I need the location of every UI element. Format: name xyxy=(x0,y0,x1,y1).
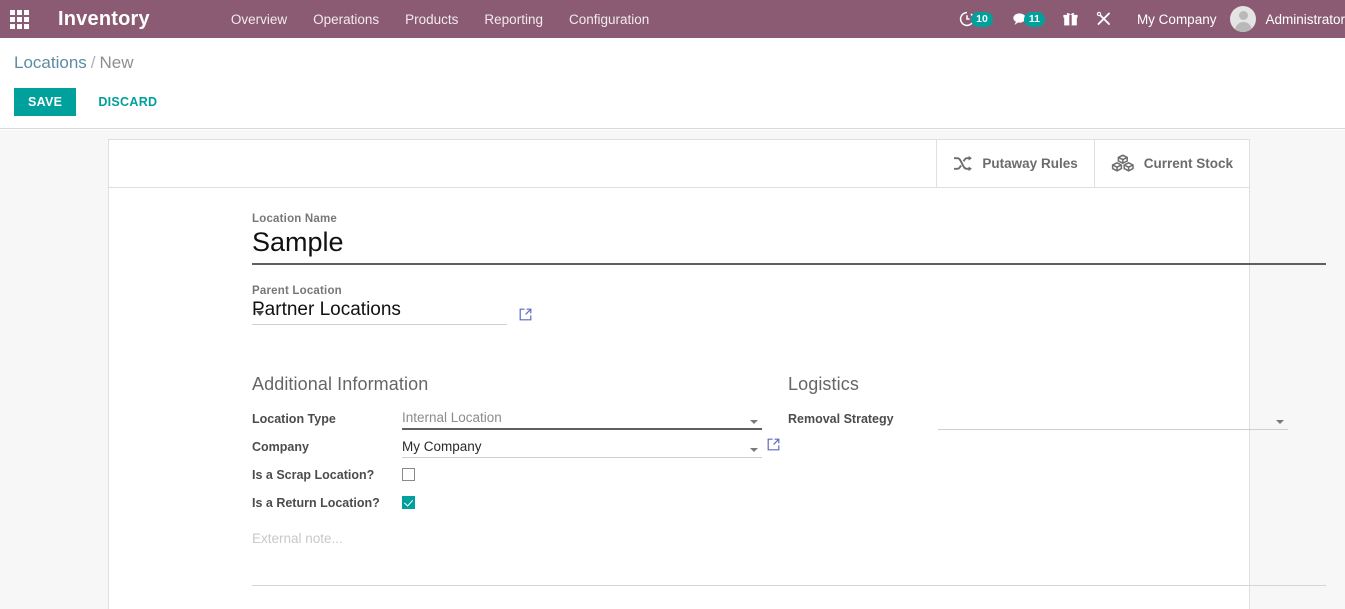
messages-count-badge: 11 xyxy=(1023,11,1045,27)
discard-button[interactable]: DISCARD xyxy=(92,88,163,116)
user-name-label: Administrator xyxy=(1265,11,1345,27)
apps-grid-icon xyxy=(9,9,29,29)
messages-menu-button[interactable]: 11 xyxy=(1011,0,1045,38)
smart-button-current-stock-label: Current Stock xyxy=(1143,156,1233,171)
is-return-location-checkbox[interactable] xyxy=(402,496,415,510)
gift-menu-button[interactable] xyxy=(1063,0,1078,38)
group-logistics: Logistics Removal Strategy xyxy=(788,374,1288,433)
debug-tools-button[interactable] xyxy=(1096,0,1112,38)
save-button[interactable]: SAVE xyxy=(14,88,77,116)
main-menu: Overview Operations Products Reporting C… xyxy=(218,12,662,27)
group-additional-information-title: Additional Information xyxy=(252,374,429,394)
row-is-scrap-location: Is a Scrap Location? xyxy=(252,461,762,489)
shuffle-icon xyxy=(953,155,973,172)
systray: 10 11 My Company Administrator xyxy=(950,0,1345,38)
breadcrumb-current: New xyxy=(99,53,134,72)
user-menu[interactable]: Administrator xyxy=(1230,6,1345,32)
row-location-type: Location Type xyxy=(252,405,762,433)
menu-item-operations[interactable]: Operations xyxy=(300,12,392,27)
gift-box-icon xyxy=(1063,11,1078,27)
row-is-return-location: Is a Return Location? xyxy=(252,489,762,517)
menu-item-overview[interactable]: Overview xyxy=(218,12,300,27)
breadcrumb: Locations / New xyxy=(14,53,134,73)
breadcrumb-locations[interactable]: Locations xyxy=(14,53,87,72)
form-action-buttons: SAVE DISCARD xyxy=(14,88,163,116)
location-name-input[interactable] xyxy=(252,225,1326,265)
activity-count-badge: 10 xyxy=(971,11,993,27)
activity-menu-button[interactable]: 10 xyxy=(959,0,993,38)
smart-button-box: Putaway Rules Current Stock xyxy=(936,140,1249,188)
location-type-select[interactable] xyxy=(402,408,762,430)
smart-button-putaway-rules-label: Putaway Rules xyxy=(982,156,1078,171)
field-external-note xyxy=(252,528,1326,591)
company-switcher[interactable]: My Company xyxy=(1137,12,1217,27)
parent-location-open-icon[interactable] xyxy=(519,308,532,321)
parent-location-input[interactable] xyxy=(252,297,507,325)
company-open-icon[interactable] xyxy=(767,438,780,456)
cubes-icon xyxy=(1111,154,1135,173)
is-scrap-location-checkbox[interactable] xyxy=(402,468,415,482)
label-company: Company xyxy=(252,440,309,454)
row-company: Company xyxy=(252,433,780,461)
menu-item-products[interactable]: Products xyxy=(392,12,471,27)
external-note-input[interactable] xyxy=(252,528,1326,586)
group-additional-information: Additional Information Location Type Com… xyxy=(252,374,780,517)
field-location-name-label: Location Name xyxy=(252,213,338,225)
label-is-return-location: Is a Return Location? xyxy=(252,496,380,510)
label-removal-strategy: Removal Strategy xyxy=(788,412,894,426)
breadcrumb-separator: / xyxy=(90,53,96,72)
location-form-sheet: Putaway Rules Current Stock Location Nam… xyxy=(108,139,1326,609)
menu-item-reporting[interactable]: Reporting xyxy=(471,12,556,27)
control-panel: Locations / New SAVE DISCARD xyxy=(0,38,1345,129)
top-navbar: Inventory Overview Operations Products R… xyxy=(0,0,1345,38)
apps-menu-button[interactable] xyxy=(0,0,38,38)
row-removal-strategy: Removal Strategy xyxy=(788,405,1288,433)
tools-cross-icon xyxy=(1096,11,1112,27)
menu-item-configuration[interactable]: Configuration xyxy=(556,12,662,27)
field-parent-location: Parent Location xyxy=(252,285,532,325)
field-location-name: Location Name xyxy=(252,213,1326,265)
label-is-scrap-location: Is a Scrap Location? xyxy=(252,468,375,482)
smart-button-putaway-rules[interactable]: Putaway Rules xyxy=(936,140,1094,188)
field-parent-location-label: Parent Location xyxy=(252,285,342,297)
app-brand-inventory[interactable]: Inventory xyxy=(58,8,150,31)
avatar xyxy=(1230,6,1257,32)
label-location-type: Location Type xyxy=(252,412,336,426)
removal-strategy-select[interactable] xyxy=(938,408,1288,430)
smart-button-current-stock[interactable]: Current Stock xyxy=(1093,140,1249,188)
group-logistics-title: Logistics xyxy=(788,374,859,394)
company-input[interactable] xyxy=(402,436,762,458)
